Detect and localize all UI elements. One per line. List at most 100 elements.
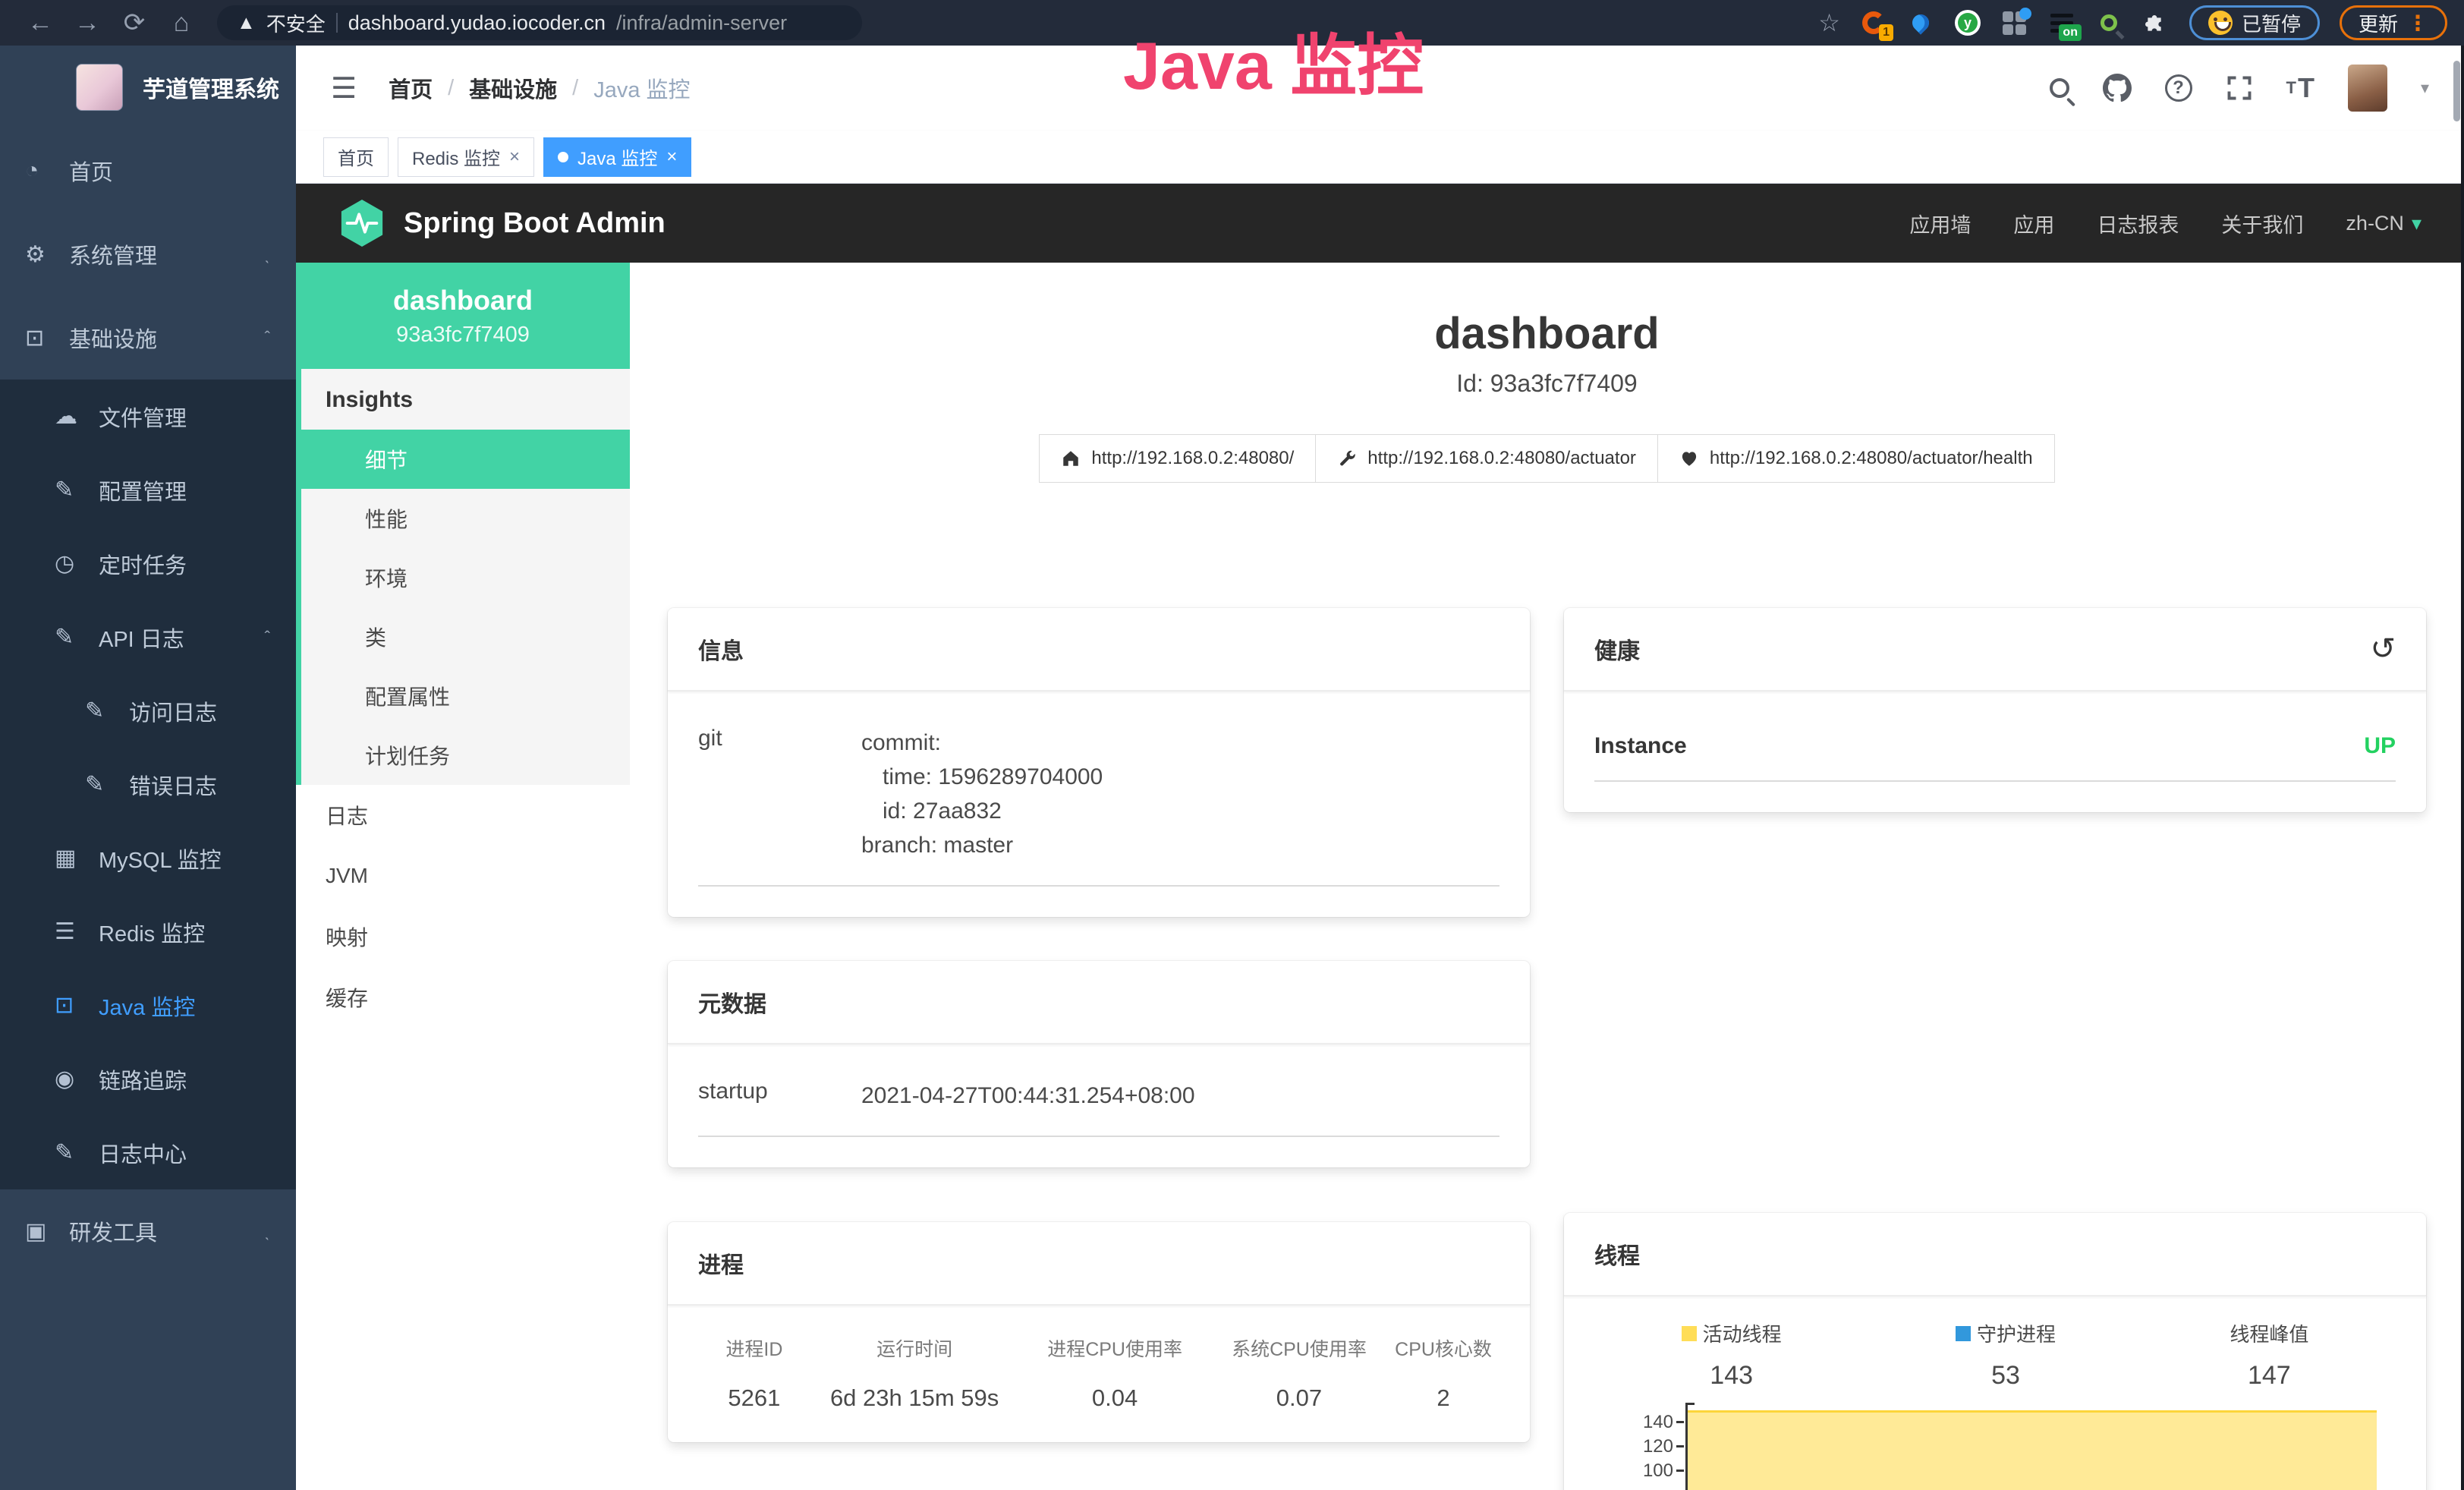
home-icon[interactable]: ⌂ — [158, 8, 205, 38]
tab-redis-monitor[interactable]: Redis 监控 × — [398, 137, 534, 177]
avatar-chevron-down-icon[interactable]: ▾ — [2421, 78, 2429, 98]
bookmark-star-icon[interactable]: ☆ — [1818, 8, 1840, 37]
sba-item-mappings[interactable]: 映射 — [296, 906, 630, 967]
peak-threads-value: 147 — [2230, 1361, 2308, 1391]
sba-item-jvm[interactable]: JVM — [296, 846, 630, 906]
actuator-url-button[interactable]: http://192.168.0.2:48080/actuator — [1315, 434, 1658, 483]
access-log-icon: ✎ — [85, 698, 120, 724]
cpu-cores: 2 — [1387, 1384, 1499, 1412]
sidebar-item-error-log[interactable]: ✎ 错误日志 — [0, 748, 296, 821]
sidebar-item-home[interactable]: ◔ 首页 — [0, 129, 296, 213]
help-icon[interactable]: ? — [2165, 74, 2192, 102]
scrollbar-thumb[interactable] — [2453, 61, 2460, 121]
tab-java-monitor[interactable]: Java 监控 × — [543, 137, 691, 177]
sidebar-item-infra[interactable]: ⊡ 基础设施 ˆ — [0, 296, 296, 380]
eye-icon: ◉ — [55, 1066, 90, 1092]
monitor-icon: ⊡ — [25, 325, 60, 351]
font-size-icon[interactable]: TT — [2286, 72, 2315, 104]
extension-y-icon[interactable]: y — [1954, 9, 1981, 36]
not-secure-label[interactable]: 不安全 — [266, 9, 326, 37]
sba-item-metrics[interactable]: 性能 — [301, 489, 630, 548]
sba-item-environment[interactable]: 环境 — [301, 548, 630, 607]
redis-stack-icon: ☰ — [55, 918, 90, 945]
app-logo-row[interactable]: 芋道管理系统 — [0, 46, 296, 129]
metadata-card-title: 元数据 — [698, 985, 766, 1019]
close-icon[interactable]: × — [509, 146, 520, 168]
url-path[interactable]: /infra/admin-server — [616, 11, 787, 35]
sba-item-classes[interactable]: 类 — [301, 607, 630, 666]
sba-navbar: Spring Boot Admin 应用墙 应用 日志报表 关于我们 zh-CN… — [296, 184, 2464, 263]
system-cpu: 0.07 — [1211, 1384, 1387, 1412]
gear-icon: ⚙ — [25, 241, 60, 268]
extension-pin-icon[interactable] — [1907, 9, 1934, 36]
instance-header[interactable]: dashboard 93a3fc7f7409 — [296, 263, 630, 369]
sidebar-item-api-log[interactable]: ✎ API 日志 ˆ — [0, 600, 296, 674]
edit-icon: ✎ — [55, 477, 90, 503]
insights-section-label: Insights — [301, 369, 630, 430]
fullscreen-icon[interactable] — [2226, 74, 2253, 102]
sidebar-item-system[interactable]: ⚙ 系统管理 ˎ — [0, 213, 296, 296]
user-avatar[interactable] — [2348, 65, 2387, 112]
sidebar-item-redis[interactable]: ☰ Redis 监控 — [0, 895, 296, 969]
threads-legend: 活动线程 143 守护进程 53 线程峰值 14 — [1594, 1319, 2396, 1391]
health-card: 健康 ↺ Instance UP — [1564, 608, 2426, 812]
extension-grid-icon[interactable] — [2001, 9, 2028, 36]
service-url-button[interactable]: http://192.168.0.2:48080/ — [1039, 434, 1316, 483]
sba-nav-applications[interactable]: 应用 — [2013, 209, 2054, 238]
chevron-down-icon: ˎ — [265, 244, 270, 264]
sba-item-scheduled-tasks[interactable]: 计划任务 — [301, 726, 630, 785]
extension-orange-icon[interactable]: 1 — [1860, 9, 1887, 36]
sidebar-item-config[interactable]: ✎ 配置管理 — [0, 453, 296, 527]
health-url-button[interactable]: http://192.168.0.2:48080/actuator/health — [1657, 434, 2055, 483]
sba-nav-about[interactable]: 关于我们 — [2221, 209, 2303, 238]
address-bar[interactable]: ▲ 不安全 dashboard.yudao.iocoder.cn/infra/a… — [217, 5, 862, 40]
sidebar-item-java-monitor[interactable]: ⊡ Java 监控 — [0, 969, 296, 1042]
chrome-update-button[interactable]: 更新 ⋮ — [2340, 5, 2447, 40]
reload-icon[interactable]: ⟳ — [111, 8, 158, 38]
extension-count-badge: 1 — [1879, 24, 1893, 41]
sidebar-item-jobs[interactable]: ◷ 定时任务 — [0, 527, 296, 600]
sba-item-details[interactable]: 细节 — [301, 430, 630, 489]
tab-home[interactable]: 首页 — [323, 137, 389, 177]
history-icon[interactable]: ↺ — [2370, 634, 2396, 664]
process-cpu: 0.04 — [1018, 1384, 1210, 1412]
sba-item-caches[interactable]: 缓存 — [296, 967, 630, 1028]
sba-nav: 应用墙 应用 日志报表 关于我们 zh-CN ▾ — [1909, 209, 2422, 238]
sba-nav-journal[interactable]: 日志报表 — [2097, 209, 2179, 238]
sba-item-config-props[interactable]: 配置属性 — [301, 666, 630, 726]
sba-nav-wallboard[interactable]: 应用墙 — [1909, 209, 1971, 238]
breadcrumb-infra[interactable]: 基础设施 — [469, 72, 557, 104]
header-actions: ? TT ▾ — [2050, 65, 2430, 112]
back-icon[interactable]: ← — [17, 8, 64, 38]
sidebar-item-trace[interactable]: ◉ 链路追踪 — [0, 1042, 296, 1116]
sba-brand[interactable]: Spring Boot Admin — [338, 198, 666, 248]
health-instance-row[interactable]: Instance UP — [1594, 733, 2396, 782]
sidebar-item-dev-tools[interactable]: ▣ 研发工具 ˎ — [0, 1189, 296, 1273]
error-log-icon: ✎ — [85, 771, 120, 798]
extensions-puzzle-icon[interactable] — [2142, 9, 2170, 36]
home-icon — [1061, 449, 1081, 468]
sidebar-item-log-center[interactable]: ✎ 日志中心 — [0, 1116, 296, 1189]
url-domain[interactable]: dashboard.yudao.iocoder.cn — [348, 11, 606, 35]
extension-magnifier-icon[interactable] — [2095, 9, 2123, 36]
close-icon[interactable]: × — [666, 146, 677, 168]
github-icon[interactable] — [2103, 74, 2132, 102]
collapse-menu-icon[interactable]: ☰ — [331, 71, 357, 106]
sidebar-item-mysql[interactable]: ▦ MySQL 监控 — [0, 821, 296, 895]
browser-menu-icon[interactable]: ⋮ — [2407, 11, 2428, 36]
sba-language-select[interactable]: zh-CN ▾ — [2346, 212, 2422, 235]
sidebar-item-files[interactable]: ☁ 文件管理 — [0, 380, 296, 453]
paused-label: 已暂停 — [2242, 9, 2301, 37]
paused-extension-pill[interactable]: 已暂停 — [2189, 5, 2320, 40]
extension-list-icon[interactable]: on — [2048, 9, 2075, 36]
forward-icon[interactable]: → — [64, 8, 111, 38]
process-card-title: 进程 — [698, 1246, 744, 1280]
breadcrumb-home[interactable]: 首页 — [389, 72, 433, 104]
live-threads-area-series — [1688, 1410, 2377, 1490]
instance-url-group: http://192.168.0.2:48080/ http://192.168… — [668, 434, 2426, 483]
sba-item-logs[interactable]: 日志 — [296, 785, 630, 846]
breadcrumb-current: Java 监控 — [593, 72, 690, 104]
screen: ← → ⟳ ⌂ ▲ 不安全 dashboard.yudao.iocoder.cn… — [0, 0, 2464, 1490]
search-icon[interactable] — [2050, 78, 2069, 98]
sidebar-item-access-log[interactable]: ✎ 访问日志 — [0, 674, 296, 748]
